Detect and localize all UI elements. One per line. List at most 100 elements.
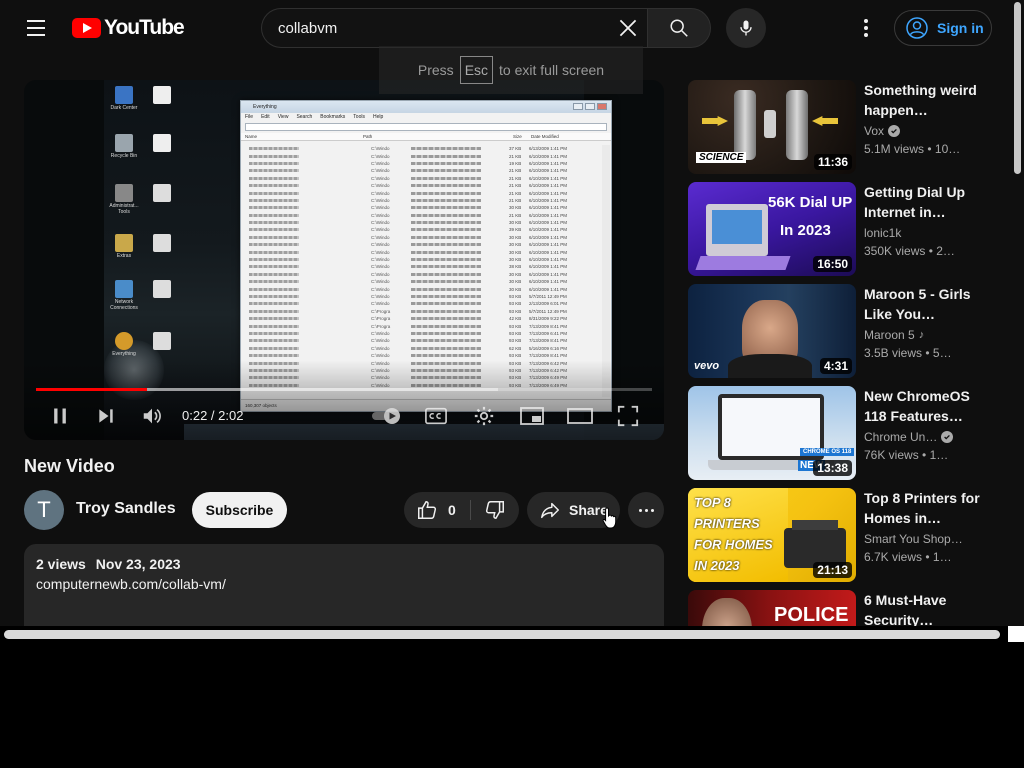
search-input[interactable]: [278, 9, 598, 47]
channel-link[interactable]: Vox: [864, 124, 884, 138]
related-video-item[interactable]: vevo 4:31 Maroon 5 - Girls Like You… Mar…: [688, 284, 992, 378]
window-file-row: C:\Windo 21 KB 6/10/2009 1:41 PM: [243, 152, 601, 159]
vertical-scrollbar-thumb[interactable]: [1014, 2, 1021, 174]
autoplay-toggle[interactable]: [370, 396, 406, 436]
volume-icon: [143, 408, 161, 424]
youtube-logo[interactable]: YouTube: [72, 16, 185, 39]
video-player[interactable]: Dark Center Recycle Bin Administrat... T…: [24, 80, 664, 440]
fullscreen-button[interactable]: [610, 396, 646, 436]
rec-age: 5…: [932, 346, 952, 360]
autoplay-toggle-icon: [372, 408, 400, 424]
rec-age: 10…: [934, 142, 961, 156]
video-thumbnail[interactable]: POLICE: [688, 590, 856, 626]
hand-cursor-icon: [602, 507, 617, 529]
upload-date: Nov 23, 2023: [95, 556, 181, 572]
related-video-item[interactable]: SCIENCE 11:36 Something weird happen… Vo…: [688, 80, 992, 174]
video-thumbnail[interactable]: TOP 8 PRINTERS FOR HOMES IN 2023 21:13: [688, 488, 856, 582]
theater-mode-button[interactable]: [562, 396, 598, 436]
desktop-icon: Recycle Bin: [106, 134, 142, 159]
window-search-field: [245, 123, 607, 131]
channel-link[interactable]: Chrome Un…: [864, 430, 937, 444]
video-title[interactable]: New ChromeOS 118 Features…: [864, 386, 988, 426]
horizontal-scrollbar[interactable]: [0, 626, 1024, 644]
desktop-icon: [144, 280, 180, 299]
video-duration: 21:13: [813, 562, 852, 578]
window-file-row: C:\Windo 30 KB 6/10/2009 1:41 PM: [243, 278, 601, 285]
video-thumbnail[interactable]: SCIENCE 11:36: [688, 80, 856, 174]
hint-key: Esc: [459, 56, 494, 84]
window-file-row: C:\Windo 93 KB 7/13/2009 8:41 PM: [243, 337, 601, 344]
video-thumbnail[interactable]: CHROME OS 118 NEW 13:38: [688, 386, 856, 480]
like-button[interactable]: 0: [404, 492, 470, 528]
player-controls: 0:22 / 2:02: [24, 396, 664, 436]
related-video-item[interactable]: POLICE 6 Must-Have Security…: [688, 590, 992, 626]
time-display: 0:22 / 2:02: [182, 408, 244, 423]
thumbnail-caption: 56K Dial UP: [768, 194, 853, 211]
thumbnail-caption: vevo: [694, 360, 720, 372]
window-file-row: C:\Windo 30 KB 6/10/2009 1:41 PM: [243, 285, 601, 292]
miniplayer-button[interactable]: [514, 396, 550, 436]
rec-views: 5.1M views: [864, 142, 925, 156]
clear-search-icon[interactable]: [615, 15, 641, 41]
video-thumbnail[interactable]: 56K Dial UP In 2023 16:50: [688, 182, 856, 276]
window-menu: File Edit View Search Bookmarks Tools Help: [245, 114, 384, 120]
search-button[interactable]: [647, 8, 711, 48]
window-file-row: C:\Windo 93 KB 7/13/2009 8:41 PM: [243, 352, 601, 359]
vertical-scrollbar[interactable]: [1012, 0, 1024, 626]
video-meta: 6.7K views • 1…: [864, 550, 952, 564]
window-file-row: C:\Windo 93 KB 2/13/2009 6:01 PM: [243, 300, 601, 307]
sign-in-button[interactable]: Sign in: [894, 10, 992, 46]
video-meta: 76K views • 1…: [864, 448, 949, 462]
rec-age: 2…: [936, 244, 955, 258]
next-track-icon: [99, 409, 113, 423]
dislike-button[interactable]: [471, 492, 519, 528]
description-box[interactable]: 2 views Nov 23, 2023 computernewb.com/co…: [24, 544, 664, 626]
window-file-row: C:\Windo 21 KB 6/10/2009 1:41 PM: [243, 167, 601, 174]
volume-button[interactable]: [134, 396, 170, 436]
description-link[interactable]: computernewb.com/collab-vm/: [36, 576, 652, 592]
related-video-item[interactable]: TOP 8 PRINTERS FOR HOMES IN 2023 21:13 T…: [688, 488, 992, 582]
window-file-row: C:\Windo 30 KB 6/10/2009 1:41 PM: [243, 256, 601, 263]
more-actions-button[interactable]: [628, 492, 664, 528]
voice-search-button[interactable]: [726, 8, 766, 48]
video-title[interactable]: 6 Must-Have Security…: [864, 590, 988, 626]
window-file-row: C:\Windo 30 KB 6/10/2009 1:41 PM: [243, 219, 601, 226]
video-title[interactable]: Something weird happen…: [864, 80, 988, 120]
subtitles-button[interactable]: [418, 396, 454, 436]
video-title[interactable]: Maroon 5 - Girls Like You…: [864, 284, 988, 324]
like-count: 0: [448, 502, 456, 518]
channel-link[interactable]: Maroon 5: [864, 328, 915, 342]
window-file-row: C:\Windo 37 KB 6/13/2009 1:41 PM: [243, 145, 601, 152]
channel-row: T Troy Sandles Subscribe 0 Share: [24, 490, 664, 530]
window-file-row: C:\Windo 19 KB 6/10/2009 1:41 PM: [243, 160, 601, 167]
pause-button[interactable]: [42, 396, 78, 436]
subscribe-button[interactable]: Subscribe: [192, 492, 287, 528]
channel-link[interactable]: Smart You Shop…: [864, 532, 963, 546]
settings-more-icon[interactable]: [850, 12, 882, 44]
video-thumbnail[interactable]: vevo 4:31: [688, 284, 856, 378]
window-file-row: C:\Windo 21 KB 6/10/2009 1:41 PM: [243, 212, 601, 219]
settings-button[interactable]: [466, 396, 502, 436]
next-button[interactable]: [88, 396, 124, 436]
video-title: New Video: [24, 456, 115, 476]
related-video-item[interactable]: 56K Dial UP In 2023 16:50 Getting Dial U…: [688, 182, 992, 276]
channel-avatar[interactable]: T: [24, 490, 64, 530]
pause-icon: [54, 408, 66, 424]
hint-before: Press: [417, 62, 454, 78]
horizontal-scrollbar-thumb[interactable]: [4, 630, 1000, 639]
video-title[interactable]: Top 8 Printers for Homes in…: [864, 488, 988, 528]
channel-link[interactable]: lonic1k: [864, 226, 901, 240]
video-info: Something weird happen… Vox 5.1M views •…: [864, 80, 988, 156]
channel-name[interactable]: Troy Sandles: [76, 500, 176, 518]
video-title[interactable]: Getting Dial Up Internet in…: [864, 182, 988, 222]
video-info: New ChromeOS 118 Features… Chrome Un… 76…: [864, 386, 988, 462]
thumbnail-caption: CHROME OS 118: [800, 448, 855, 456]
window-file-row: C:\Windo 39 KB 6/10/2009 1:41 PM: [243, 226, 601, 233]
progress-bar[interactable]: [36, 388, 652, 391]
progress-played: [36, 388, 147, 391]
window-file-row: C:\Progra 42 KB 8/31/2009 9:22 PM: [243, 315, 601, 322]
window-file-row: C:\Windo 21 KB 6/10/2009 1:41 PM: [243, 175, 601, 182]
desktop-icon: [144, 234, 180, 253]
related-video-item[interactable]: CHROME OS 118 NEW 13:38 New ChromeOS 118…: [688, 386, 992, 480]
hamburger-menu-icon[interactable]: [20, 12, 52, 44]
